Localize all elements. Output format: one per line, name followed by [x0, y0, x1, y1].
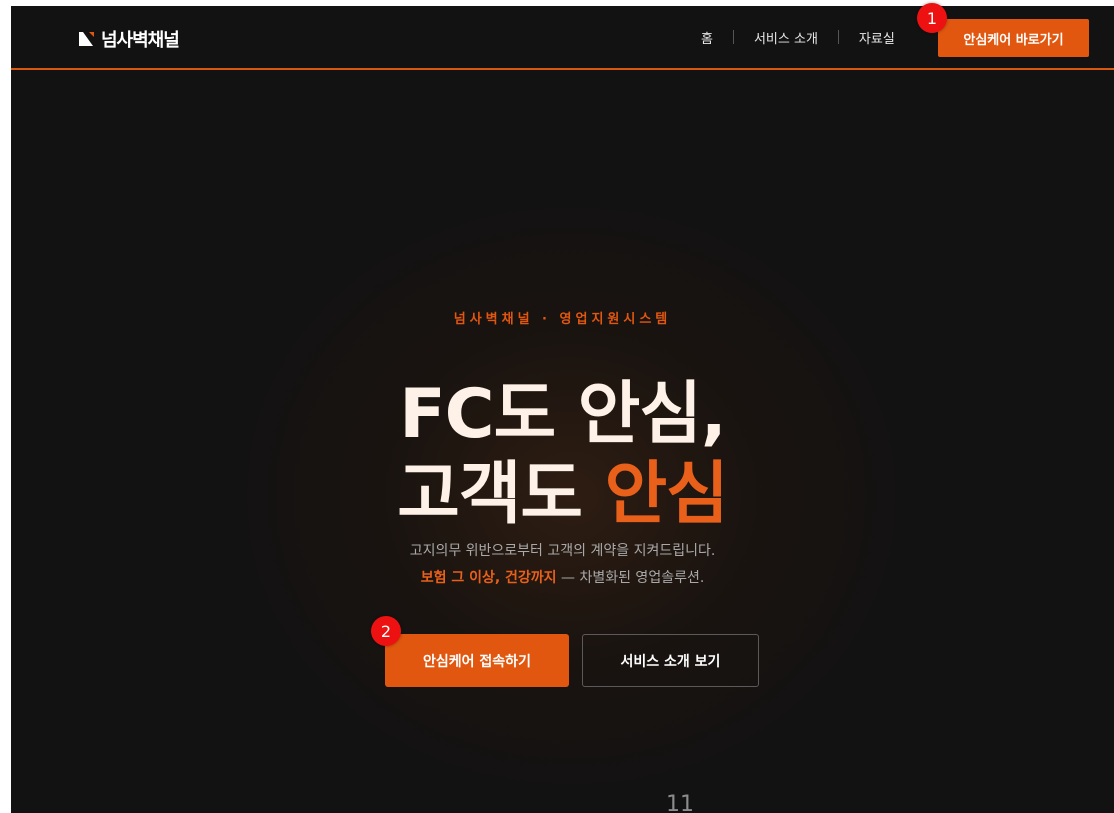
nav-divider	[837, 30, 839, 44]
annotation-marker-2: 2	[371, 616, 401, 646]
hero-subtext-line1: 고지의무 위반으로부터 고객의 계약을 지켜드립니다.	[409, 543, 716, 559]
subtext-rest: — 차별화된 영업솔루션.	[556, 570, 705, 586]
hero-headline-line2: 고객도 안심	[11, 438, 1114, 537]
headline-prefix: 고객도	[397, 455, 605, 534]
top-nav: 넘사벽채널 홈 서비스 소개 자료실 안심케어 바로가기	[11, 6, 1114, 70]
page-frame: 넘사벽채널 홈 서비스 소개 자료실 안심케어 바로가기 넘사벽채널 · 영업지…	[11, 6, 1114, 813]
nav-item-service[interactable]: 서비스 소개	[754, 28, 818, 47]
nav-divider	[732, 30, 734, 44]
anshim-care-shortcut-button[interactable]: 안심케어 바로가기	[938, 19, 1089, 57]
hero-subtext-line2: 보험 그 이상, 건강까지 — 차별화된 영업솔루션.	[11, 567, 1114, 587]
logo[interactable]: 넘사벽채널	[79, 26, 180, 52]
nav-menu: 홈 서비스 소개 자료실	[701, 6, 895, 68]
headline-accent: 안심	[604, 455, 729, 534]
hero-eyebrow: 넘사벽채널 · 영업지원시스템	[453, 312, 672, 327]
view-service-intro-button[interactable]: 서비스 소개 보기	[582, 634, 759, 687]
annotation-marker-1: 1	[917, 3, 947, 33]
subtext-highlight: 보험 그 이상, 건강까지	[420, 570, 557, 586]
logo-text: 넘사벽채널	[101, 30, 180, 51]
anshim-care-login-button[interactable]: 안심케어 접속하기	[385, 634, 569, 687]
page-number: 11	[666, 792, 694, 813]
nav-item-resources[interactable]: 자료실	[859, 28, 895, 47]
logo-mark-icon	[79, 31, 95, 47]
nav-item-home[interactable]: 홈	[701, 28, 713, 47]
